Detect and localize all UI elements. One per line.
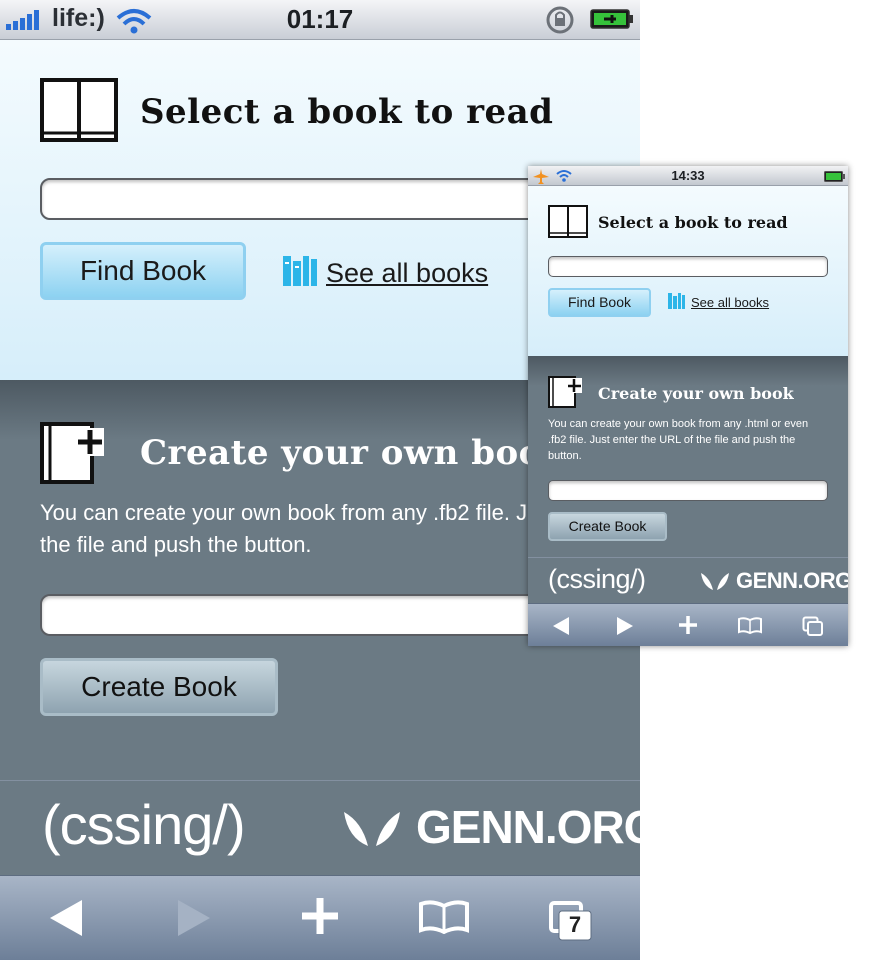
genn-logo[interactable]: GENN.ORG [416, 800, 640, 854]
book-icon [548, 205, 588, 238]
back-icon[interactable] [48, 898, 84, 938]
book-url-input[interactable] [548, 480, 828, 501]
bookmarks-icon[interactable] [737, 617, 763, 635]
rotation-lock-icon [546, 6, 574, 34]
footer-divider [528, 557, 848, 558]
bookshelf-icon [668, 293, 685, 309]
forward-icon[interactable] [616, 616, 634, 636]
create-description: You can create your own book from any .h… [548, 418, 809, 462]
see-all-books-link[interactable]: See all books [326, 258, 488, 289]
status-bar: life:) 01:17 [0, 0, 640, 40]
battery-icon [824, 171, 845, 182]
new-book-icon [40, 422, 104, 484]
preview-phone-screen: 14:33 Select a book to read Find Book Se… [528, 166, 848, 646]
footer-divider [0, 780, 640, 781]
page-title: Select a book to read [598, 213, 788, 232]
find-book-button[interactable]: Find Book [40, 242, 246, 300]
bookmarks-icon[interactable] [418, 900, 470, 934]
create-book-button[interactable]: Create Book [40, 658, 278, 716]
add-icon[interactable] [678, 615, 698, 635]
genn-logo[interactable]: GENN.ORG [736, 568, 848, 594]
add-icon[interactable] [300, 896, 340, 936]
find-book-button[interactable]: Find Book [548, 288, 651, 317]
genn-leaf-icon [344, 812, 400, 846]
browser-toolbar: 7 [0, 875, 640, 960]
cssing-logo[interactable]: (cssing/) [42, 792, 246, 857]
create-book-button[interactable]: Create Book [548, 512, 667, 541]
page-title: Select a book to read [140, 92, 554, 132]
cssing-logo[interactable]: (cssing/) [548, 564, 646, 595]
bookshelf-icon [283, 256, 317, 286]
new-book-icon [548, 376, 582, 408]
status-bar: 14:33 [528, 166, 848, 186]
status-time: 14:33 [671, 168, 705, 183]
tabs-icon[interactable] [802, 616, 824, 636]
book-search-input[interactable] [548, 256, 828, 277]
forward-icon[interactable] [176, 898, 212, 938]
create-title: Create your own book [598, 384, 794, 403]
create-title: Create your own book [140, 433, 566, 473]
tabs-count: 7 [568, 912, 582, 937]
book-icon [40, 78, 118, 142]
see-all-books-link[interactable]: See all books [691, 295, 769, 310]
battery-charging-icon [590, 9, 633, 29]
back-icon[interactable] [552, 616, 570, 636]
genn-leaf-icon [701, 573, 729, 590]
browser-toolbar [528, 603, 848, 646]
